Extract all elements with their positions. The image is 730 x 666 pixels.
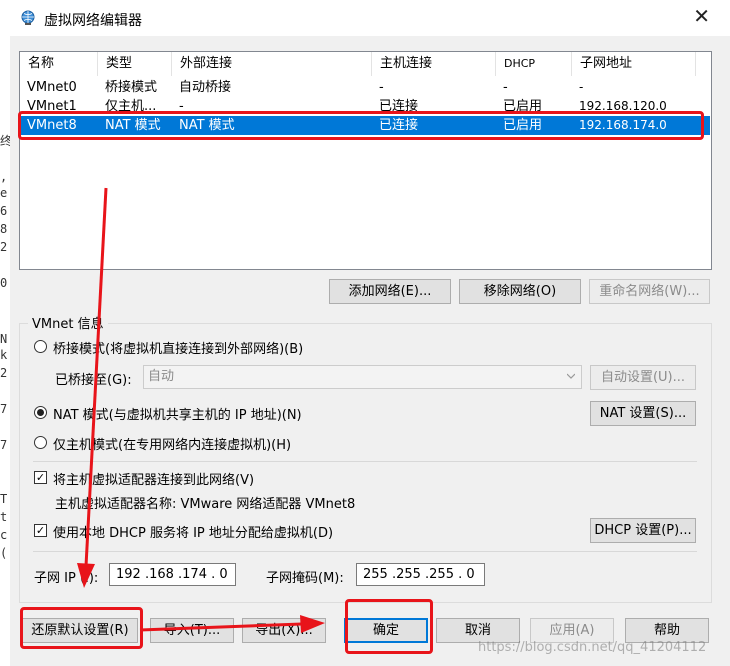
nat-mode-radio[interactable] xyxy=(34,406,47,419)
strip-char: 0 xyxy=(0,276,8,290)
strip-char: t xyxy=(0,510,8,524)
virtual-network-editor-window: 虚拟网络编辑器 ✕ 名称 类型 外部连接 主机连接 DHCP 子网地址 VMne… xyxy=(10,0,730,666)
vmnet-info-label: VMnet 信息 xyxy=(28,313,108,332)
strip-char: ( xyxy=(0,546,8,560)
column-header-subnet[interactable]: 子网地址 xyxy=(572,52,696,76)
window-title: 虚拟网络编辑器 xyxy=(44,13,142,29)
host-only-label: 仅主机模式(在专用网络内连接虚拟机)(H) xyxy=(53,438,292,453)
export-button[interactable]: 导出(X)... xyxy=(242,618,326,643)
strip-char: 7 xyxy=(0,402,8,416)
nat-mode-label: NAT 模式(与虚拟机共享主机的 IP 地址)(N) xyxy=(53,408,302,423)
dhcp-settings-button[interactable]: DHCP 设置(P)... xyxy=(590,518,696,543)
divider xyxy=(33,551,697,552)
table-cell: 自动桥接 xyxy=(179,80,232,95)
strip-char: k xyxy=(0,348,8,362)
column-header-name[interactable]: 名称 xyxy=(20,52,98,76)
import-button[interactable]: 导入(T)... xyxy=(150,618,234,643)
bridge-mode-label: 桥接模式(将虚拟机直接连接到外部网络)(B) xyxy=(53,342,304,357)
bridge-mode-radio[interactable] xyxy=(34,340,47,353)
column-header-host[interactable]: 主机连接 xyxy=(372,52,496,76)
annotation-highlight-vmnet8 xyxy=(18,111,704,140)
network-globe-icon xyxy=(21,10,35,25)
column-header-type[interactable]: 类型 xyxy=(98,52,172,76)
column-header-external[interactable]: 外部连接 xyxy=(172,52,372,76)
title-bar: 虚拟网络编辑器 ✕ xyxy=(10,0,730,36)
subnet-ip-input[interactable]: 192 .168 .174 . 0 xyxy=(109,563,236,586)
dhcp-checkbox[interactable]: ✓ xyxy=(34,524,47,537)
strip-char: 2 xyxy=(0,240,8,254)
strip-char: 2 xyxy=(0,366,8,380)
divider xyxy=(33,461,697,462)
strip-char: 6 xyxy=(0,204,8,218)
annotation-highlight-restore xyxy=(20,607,143,649)
bridged-to-label: 已桥接至(G): xyxy=(55,373,132,388)
auto-settings-button[interactable]: 自动设置(U)... xyxy=(590,365,696,390)
table-cell: 桥接模式 xyxy=(105,80,158,95)
subnet-mask-input[interactable]: 255 .255 .255 . 0 xyxy=(356,563,485,586)
dhcp-label: 使用本地 DHCP 服务将 IP 地址分配给虚拟机(D) xyxy=(53,526,334,541)
connect-adapter-checkbox[interactable]: ✓ xyxy=(34,471,47,484)
strip-char: e xyxy=(0,186,8,200)
subnet-ip-label: 子网 IP (I): xyxy=(34,571,99,586)
subnet-mask-label: 子网掩码(M): xyxy=(266,571,344,586)
table-cell: VMnet0 xyxy=(27,80,77,95)
rename-network-button[interactable]: 重命名网络(W)... xyxy=(589,279,710,304)
add-network-button[interactable]: 添加网络(E)... xyxy=(329,279,451,304)
column-header-dhcp[interactable]: DHCP xyxy=(496,52,572,76)
table-cell: - xyxy=(579,80,584,94)
chevron-down-icon xyxy=(567,373,575,379)
host-only-radio[interactable] xyxy=(34,436,47,449)
table-cell: - xyxy=(503,80,508,95)
close-icon[interactable]: ✕ xyxy=(693,6,710,26)
bridged-to-select[interactable]: 自动 xyxy=(143,365,582,389)
strip-char: 7 xyxy=(0,438,8,452)
bridged-to-value: 自动 xyxy=(148,369,175,384)
network-list[interactable]: 名称 类型 外部连接 主机连接 DHCP 子网地址 VMnet0 桥接模式 自动桥接… xyxy=(19,51,712,270)
strip-char: 8 xyxy=(0,222,8,236)
strip-char: N xyxy=(0,332,8,346)
strip-char: , xyxy=(0,170,8,184)
strip-char: c xyxy=(0,528,8,542)
annotation-highlight-ok xyxy=(345,599,433,654)
nat-settings-button[interactable]: NAT 设置(S)... xyxy=(590,401,696,426)
remove-network-button[interactable]: 移除网络(O) xyxy=(459,279,581,304)
list-header: 名称 类型 外部连接 主机连接 DHCP 子网地址 xyxy=(20,52,711,76)
connect-adapter-label: 将主机虚拟适配器连接到此网络(V) xyxy=(53,473,255,488)
table-cell: - xyxy=(379,80,384,95)
table-row[interactable]: VMnet0 桥接模式 自动桥接 - - - xyxy=(21,78,710,97)
watermark-text: https://blog.csdn.net/qq_41204112 xyxy=(478,640,707,655)
strip-char: T xyxy=(0,492,8,506)
adapter-name-text: 主机虚拟适配器名称: VMware 网络适配器 VMnet8 xyxy=(55,497,356,512)
